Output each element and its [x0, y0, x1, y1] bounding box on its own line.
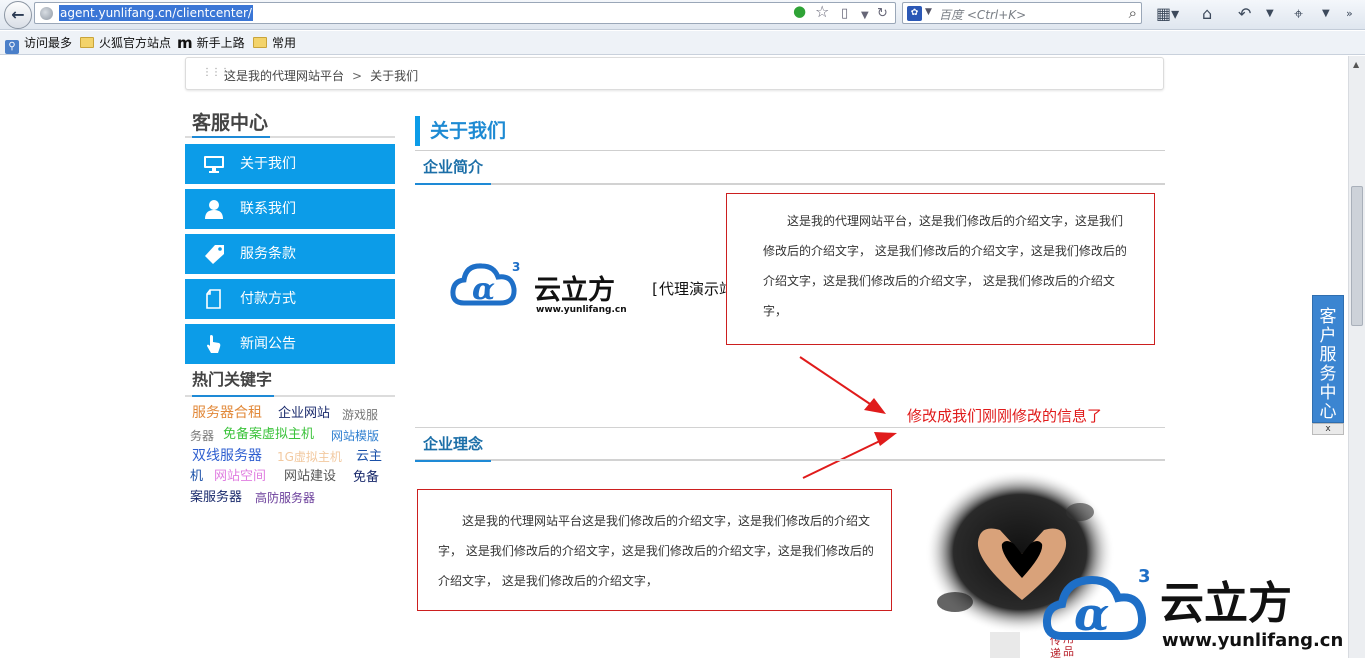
keyword-link[interactable]: 案服务器 [190, 489, 242, 507]
document-icon [206, 289, 221, 309]
sidebar-item-label: 联系我们 [240, 201, 296, 217]
hot-keywords-title: 热门关键字 [185, 369, 395, 397]
chevron-down-icon[interactable]: ▼ [925, 7, 932, 17]
arrow-head-icon [864, 398, 886, 414]
keyword-link[interactable]: 企业网站 [278, 405, 330, 423]
go-icon[interactable]: ● [793, 4, 806, 19]
company-philosophy-text-box: 这是我的代理网站平台这是我们修改后的介绍文字，这是我们修改后的介绍文字， 这是我… [417, 489, 892, 611]
sidebar-item-label: 服务条款 [240, 246, 296, 262]
service-tab-close-button[interactable]: x [1312, 423, 1344, 435]
bookmark-firefox-site[interactable]: 火狐官方站点 [80, 35, 171, 51]
sidebar-item-terms[interactable]: 服务条款 [185, 234, 395, 274]
baidu-paw-icon[interactable]: ✿ [907, 6, 922, 21]
back-arrow-icon[interactable]: ← [4, 1, 32, 29]
company-profile-text-box: 这是我的代理网站平台，这是我们修改后的介绍文字，这是我们修改后的介绍文字， 这是… [726, 193, 1155, 345]
bookmarks-menu-icon[interactable]: ▦▾ [1156, 3, 1179, 25]
globe-icon [40, 7, 53, 20]
keyword-link[interactable]: 免备案虚拟主机 [223, 426, 314, 444]
dropdown-arrow-icon[interactable]: ▼ [861, 8, 869, 23]
bookmark-common[interactable]: 常用 [253, 35, 296, 51]
sidebar-item-label: 付款方式 [240, 291, 296, 307]
yunlifang-logo-large: α 3 云立方 www.yunlifang.cn [1042, 566, 1343, 651]
breadcrumb-separator: > [352, 69, 363, 83]
search-bar[interactable]: ✿ ▼ 百度 <Ctrl+K> ⌕ [902, 2, 1142, 24]
keyword-link[interactable]: 双线服务器 [192, 447, 262, 465]
mobile-icon[interactable]: ▯ [841, 6, 848, 21]
sidebar-item-label: 关于我们 [240, 156, 296, 172]
folder-icon [253, 37, 267, 48]
keyword-link[interactable]: 网站空间 [214, 468, 266, 486]
overflow-menu-icon[interactable]: » [1346, 3, 1353, 25]
sidebar-item-news[interactable]: 新闻公告 [185, 324, 395, 364]
pointer-hand-icon [207, 335, 221, 353]
url-text[interactable]: agent.yunlifang.cn/clientcenter/ [59, 5, 253, 21]
breadcrumb-home-link[interactable]: 这是我的代理网站平台 [224, 69, 344, 83]
sidebar-item-payment[interactable]: 付款方式 [185, 279, 395, 319]
sidebar-item-about-us[interactable]: 关于我们 [185, 144, 395, 184]
keyword-link[interactable]: 服务器合租 [192, 404, 262, 422]
keyword-link[interactable]: 免备 [353, 469, 379, 487]
yunlifang-logo: α 3 云立方 [代理演示站] www.yunlifang.cn [450, 260, 743, 315]
keyword-link[interactable]: 1G虚拟主机 [277, 448, 342, 466]
bookmarks-toolbar: ⚲ 访问最多 火狐官方站点 m 新手上路 常用 [0, 31, 1365, 55]
svg-text:3: 3 [1138, 566, 1151, 587]
url-bar[interactable]: agent.yunlifang.cn/clientcenter/ ● ☆ ▯ ▼… [34, 2, 896, 24]
customer-service-label: 客户服务中心 [1319, 307, 1337, 422]
star-icon[interactable]: ☆ [815, 4, 829, 20]
keyword-link[interactable]: 机 [190, 468, 203, 486]
annotation-arrows [799, 356, 897, 479]
logo-brand-text: 云立方 [534, 274, 615, 306]
section-heading-company-profile: 企业简介 [415, 151, 1165, 185]
page-scrollbar[interactable]: ▲ [1348, 56, 1365, 658]
svg-text:α: α [472, 272, 495, 307]
keyword-link[interactable]: 云主 [356, 448, 382, 466]
monitor-icon [204, 156, 224, 173]
breadcrumb-current: 关于我们 [370, 69, 419, 83]
sidebar-item-label: 新闻公告 [240, 336, 296, 352]
tag-icon [205, 245, 224, 264]
scroll-up-icon[interactable]: ▲ [1353, 60, 1359, 69]
bookmark-most-visited[interactable]: ⚲ 访问最多 [5, 35, 72, 54]
search-placeholder[interactable]: 百度 <Ctrl+K> [939, 6, 1026, 23]
keyword-link[interactable]: 务器 [190, 427, 214, 445]
keyword-link[interactable]: 网站建设 [284, 468, 336, 486]
most-visited-icon: ⚲ [5, 40, 19, 54]
logo-site-text: www.yunlifang.cn [536, 305, 627, 315]
breadcrumb: ⋮⋮⋮ 这是我的代理网站平台 > 关于我们 [185, 57, 1164, 90]
search-icon[interactable]: ⌕ [1129, 4, 1137, 22]
customer-service-tab[interactable]: 客户服务中心 [1312, 295, 1344, 423]
keyword-link[interactable]: 游戏服 [342, 406, 378, 424]
company-philosophy-text: 这是我的代理网站平台这是我们修改后的介绍文字，这是我们修改后的介绍文字， 这是我… [438, 514, 874, 588]
chevron-down-icon[interactable]: ▼ [1322, 3, 1330, 25]
section-heading-company-philosophy: 企业理念 [415, 427, 1165, 462]
keyword-link[interactable]: 高防服务器 [255, 489, 315, 507]
annotation-note: 修改成我们刚刚修改的信息了 [907, 407, 1103, 425]
svg-text:α: α [1074, 587, 1109, 641]
chevron-down-icon[interactable]: ▼ [1266, 3, 1274, 25]
user-icon [205, 200, 223, 219]
reload-icon[interactable]: ↻ [877, 6, 888, 21]
home-icon[interactable]: ⌂ [1202, 3, 1212, 25]
undo-icon[interactable]: ↶ [1238, 3, 1251, 25]
company-profile-text: 这是我的代理网站平台，这是我们修改后的介绍文字，这是我们修改后的介绍文字， 这是… [763, 214, 1127, 318]
logo-site-text: www.yunlifang.cn [1162, 630, 1343, 651]
firefox-m-icon: m [177, 34, 193, 52]
keyword-link[interactable]: 网站模版 [331, 427, 379, 445]
browser-navbar: ← agent.yunlifang.cn/clientcenter/ ● ☆ ▯… [0, 0, 1365, 30]
sidebar-item-contact-us[interactable]: 联系我们 [185, 189, 395, 229]
logo-brand-text: 云立方 [1160, 578, 1292, 629]
folder-icon [80, 37, 94, 48]
sidebar-title: 客服中心 [185, 110, 395, 138]
scrollbar-thumb[interactable] [1351, 186, 1363, 326]
bookmark-getting-started[interactable]: m 新手上路 [177, 35, 245, 51]
page-title: 关于我们 [415, 116, 506, 146]
svg-text:3: 3 [512, 260, 520, 274]
crop-icon[interactable]: ⌖ [1294, 3, 1303, 25]
